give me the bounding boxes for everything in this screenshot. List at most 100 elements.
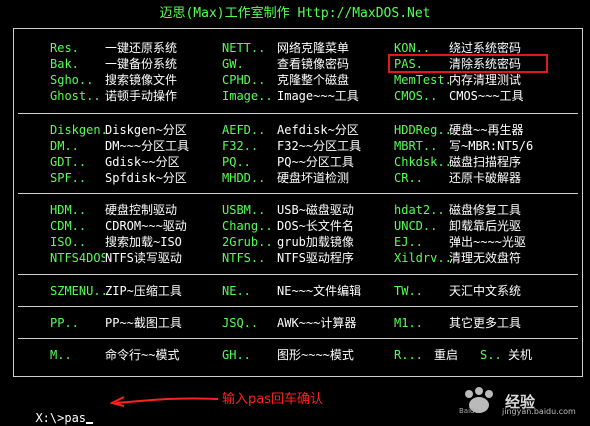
menu-item-label: 搜索镜像文件 [105, 73, 178, 87]
menu-item-key: R... [394, 348, 423, 362]
menu-item-label: Aefdisk~分区 [277, 123, 359, 137]
menu-item-label: 内存清理测试 [449, 73, 522, 87]
menu-item-label: CMOS~~~工具 [449, 89, 524, 103]
menu-item-label: 命令行~~模式 [105, 348, 180, 362]
menu-item-key: Xildrv.. [394, 251, 449, 265]
menu-item[interactable]: M.. 命令行~~模式 [50, 347, 179, 363]
menu-item-label: 网络克隆菜单 [277, 41, 350, 55]
menu-item[interactable]: NETT.. 网络克隆菜单 [222, 40, 349, 56]
command-line[interactable]: X:\>pas [21, 394, 94, 425]
menu-item[interactable]: TW.. 天汇中文系统 [394, 283, 521, 299]
menu-item-label: PQ~~分区工具 [277, 155, 354, 169]
menu-item[interactable]: GDT.. Gdisk~~分区 [50, 154, 180, 170]
text-cursor [86, 410, 94, 424]
menu-item-label: 一键还原系统 [105, 41, 178, 55]
menu-item-key: S.. [480, 348, 502, 362]
separator [18, 274, 578, 275]
menu-item-label: 天汇中文系统 [449, 284, 522, 298]
menu-item-label: Gdisk~~分区 [105, 155, 180, 169]
menu-item[interactable]: SPF.. Spfdisk~分区 [50, 170, 187, 186]
menu-item[interactable]: NTFS.. NTFS驱动程序 [222, 250, 354, 266]
menu-item[interactable]: F32.. F32~~分区工具 [222, 138, 361, 154]
menu-item-key: GW. [222, 57, 244, 71]
menu-item[interactable]: HDM.. 硬盘控制驱动 [50, 202, 177, 218]
menu-item[interactable]: Diskgen..Diskgen~分区 [50, 122, 187, 138]
menu-item-label: Diskgen~分区 [105, 123, 187, 137]
menu-item[interactable]: CDM.. CDROM~~~驱动 [50, 218, 187, 234]
menu-item[interactable]: PP.. PP~~截图工具 [50, 315, 182, 331]
menu-item[interactable]: GH.. 图形~~~~模式 [222, 347, 354, 363]
menu-item[interactable]: Sgho.. 搜索镜像文件 [50, 72, 177, 88]
menu-item[interactable]: Chkdsk..磁盘扫描程序 [394, 154, 521, 170]
menu-item[interactable]: M1.. 其它更多工具 [394, 315, 521, 331]
menu-item-label: ZIP~压缩工具 [105, 284, 182, 298]
menu-item-label: 其它更多工具 [449, 316, 522, 330]
menu-item[interactable]: Xildrv..清理无效盘符 [394, 250, 521, 266]
menu-item-key: MHDD.. [222, 171, 266, 185]
separator [18, 193, 578, 194]
menu-item[interactable]: EJ.. 弹出~~~~光驱 [394, 234, 526, 250]
menu-item-key: Res. [50, 41, 79, 55]
menu-item[interactable]: Image.. Image~~~工具 [222, 88, 359, 104]
menu-item-label: 硬盘控制驱动 [105, 203, 178, 217]
menu-item[interactable]: Res. 一键还原系统 [50, 40, 177, 56]
menu-item[interactable]: CMOS.. CMOS~~~工具 [394, 88, 524, 104]
menu-item-key: SPF.. [50, 171, 87, 185]
menu-item[interactable]: UNCD.. 卸载靠后光驱 [394, 218, 521, 234]
menu-item[interactable]: MHDD.. 硬盘坏道检测 [222, 170, 349, 186]
menu-item[interactable]: Ghost.. 诺顿手动操作 [50, 88, 177, 104]
menu-item[interactable]: NTFS4DOS..NTFS读写驱动 [50, 250, 182, 266]
highlight-box [388, 54, 548, 73]
separator [18, 338, 578, 339]
menu-item[interactable]: HDDReg..硬盘~~再生器 [394, 122, 523, 138]
menu-item[interactable]: GW. 查看镜像密码 [222, 56, 349, 72]
menu-item-label: 硬盘坏道检测 [277, 171, 350, 185]
menu-item[interactable]: S.. 关机 [480, 347, 532, 363]
menu-item-key: CPHD.. [222, 73, 266, 87]
menu-item-label: NTFS读写驱动 [105, 251, 182, 265]
menu-item-key: Chkdsk.. [394, 155, 449, 169]
page-title: 迈思(Max)工作室制作 Http://MaxDOS.Net [159, 6, 431, 21]
menu-item[interactable]: AEFD.. Aefdisk~分区 [222, 122, 359, 138]
menu-item-key: CDM.. [50, 219, 87, 233]
menu-item-key: Bak. [50, 57, 79, 71]
menu-item[interactable]: CPHD.. 克隆整个磁盘 [222, 72, 349, 88]
menu-item[interactable]: SZMENU..ZIP~压缩工具 [50, 283, 182, 299]
menu-item-label: 硬盘~~再生器 [449, 123, 524, 137]
menu-item-label: 弹出~~~~光驱 [449, 235, 526, 249]
menu-item[interactable]: MBRT.. 写~MBR:NT5/6 [394, 138, 533, 154]
menu-item[interactable]: Chang.. DOS~长文件名 [222, 218, 354, 234]
menu-item-key: NTFS.. [222, 251, 266, 265]
menu-item[interactable]: CR.. 还原卡破解器 [394, 170, 521, 186]
menu-item-key: NETT.. [222, 41, 266, 55]
menu-item[interactable]: JSQ.. AWK~~~计算器 [222, 315, 356, 331]
menu-item-label: 克隆整个磁盘 [277, 73, 350, 87]
menu-item[interactable]: PQ.. PQ~~分区工具 [222, 154, 354, 170]
menu-item-key: M.. [50, 348, 72, 362]
menu-item[interactable]: Bak. 一键备份系统 [50, 56, 177, 72]
menu-item-key: Image.. [222, 89, 273, 103]
menu-item-label: 搜索加载~ISO [105, 235, 182, 249]
menu-item[interactable]: hdat2.. 磁盘修复工具 [394, 202, 521, 218]
menu-item-key: DM.. [50, 139, 79, 153]
separator [18, 306, 578, 307]
menu-item[interactable]: MemTest..内存清理测试 [394, 72, 521, 88]
menu-item-label: 图形~~~~模式 [277, 348, 354, 362]
menu-item-key: MemTest.. [394, 73, 449, 87]
menu-item[interactable]: NE.. NE~~~文件编辑 [222, 283, 361, 299]
menu-item[interactable]: 2Grub.. grub加载镜像 [222, 234, 354, 250]
watermark-subtext: jingyan.baidu.com [502, 407, 576, 416]
menu-item-label: 写~MBR:NT5/6 [449, 139, 534, 153]
menu-item-key: PP.. [50, 316, 79, 330]
separator [18, 113, 578, 114]
menu-item-label: F32~~分区工具 [277, 139, 362, 153]
menu-item[interactable]: ISO.. 搜索加载~ISO [50, 234, 182, 250]
menu-item[interactable]: USBM.. USB~磁盘驱动 [222, 202, 354, 218]
menu-item-label: USB~磁盘驱动 [277, 203, 354, 217]
menu-item-key: M1.. [394, 316, 423, 330]
menu-item-label: 清理无效盘符 [449, 251, 522, 265]
menu-item-label: grub加载镜像 [277, 235, 354, 249]
menu-item[interactable]: DM.. DM~~~分区工具 [50, 138, 189, 154]
menu-item-key: GDT.. [50, 155, 87, 169]
menu-item[interactable]: R... 重启 [394, 347, 458, 363]
